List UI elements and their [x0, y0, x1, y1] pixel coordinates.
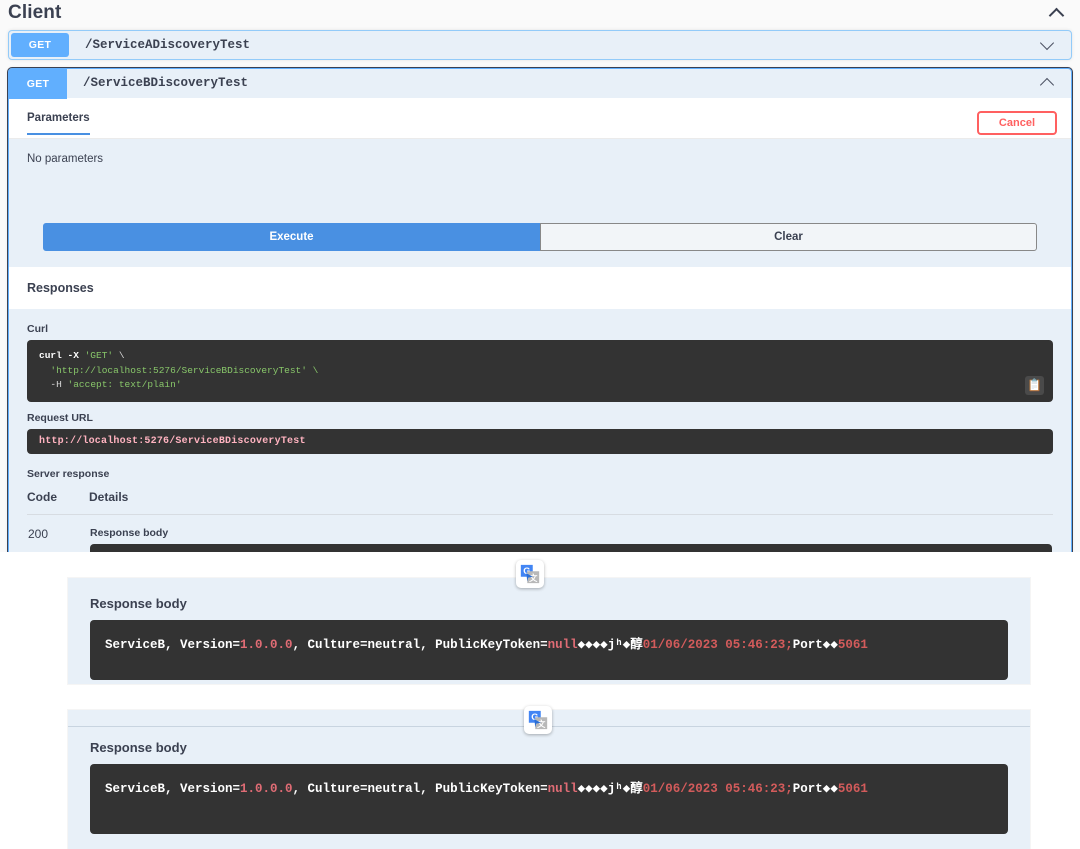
operation-service-a[interactable]: GET /ServiceADiscoveryTest — [8, 30, 1072, 60]
curl-url-line: 'http://localhost:5276/ServiceBDiscovery… — [39, 364, 319, 376]
rb-version: 1.0.0.0 — [240, 638, 293, 652]
svg-text:文: 文 — [537, 719, 546, 729]
page-title: Client — [8, 2, 62, 23]
operation-collapse-toggle[interactable] — [1039, 69, 1071, 97]
http-method-badge: GET — [11, 33, 69, 57]
cancel-button[interactable]: Cancel — [976, 111, 1057, 135]
clear-button[interactable]: Clear — [540, 223, 1037, 251]
rb-mid: , Culture=neutral, PublicKeyToken= — [292, 638, 548, 652]
rb-port-word: Port — [792, 638, 823, 652]
rb-mid: , Culture=neutral, PublicKeyToken= — [292, 782, 548, 796]
rb-garbled: ◆◆◆◆jʰ◆醇 — [577, 782, 643, 796]
rb-prefix: ServiceB, Version= — [105, 638, 241, 652]
operation-body: Parameters Cancel No parameters Execute … — [9, 97, 1071, 552]
rb-port-number: 5061 — [837, 782, 868, 796]
google-translate-icon[interactable]: G 文 — [516, 560, 544, 588]
curl-method: 'GET' — [84, 350, 114, 361]
execute-button[interactable]: Execute — [43, 223, 540, 251]
rb-version: 1.0.0.0 — [240, 782, 293, 796]
operation-expand-toggle[interactable] — [1039, 31, 1071, 59]
chevron-up-icon[interactable] — [1039, 74, 1057, 92]
rb-date: 01/06/2023 — [642, 782, 718, 796]
rb-time: 05:46:23; — [717, 638, 793, 652]
no-parameters-text: No parameters — [27, 153, 104, 165]
section-collapse-chevron-up-icon[interactable] — [1048, 4, 1066, 22]
response-body-code-block: ServiceB, Version=1.0.0.0, Culture=neutr… — [90, 544, 1052, 552]
curl-label: Curl — [27, 323, 48, 335]
response-details-cell: Response body ServiceB, Version=1.0.0.0,… — [89, 515, 1053, 552]
table-header-row: Code Details — [27, 490, 1053, 516]
request-url-label: Request URL — [27, 412, 93, 425]
google-translate-glyph: G 文 — [528, 710, 548, 730]
operation-summary-service-a[interactable]: GET /ServiceADiscoveryTest — [9, 31, 1071, 59]
rb-time: 05:46:23; — [717, 782, 793, 796]
column-header-details: Details — [89, 490, 1053, 516]
curl-line-continuation: \ — [113, 350, 125, 361]
operation-path: /ServiceADiscoveryTest — [85, 38, 251, 52]
response-body-code-block: ServiceB, Version=1.0.0.0, Culture=neutr… — [90, 764, 1008, 834]
google-translate-glyph: G 文 — [520, 564, 540, 584]
parameters-area: No parameters — [9, 139, 1071, 201]
curl-code-block: curl -X 'GET' \ 'http://localhost:5276/S… — [27, 340, 1053, 403]
copy-curl-button[interactable]: 📋 — [1025, 376, 1044, 396]
operation-path: /ServiceBDiscoveryTest — [83, 76, 249, 90]
rb-port-word: Port — [792, 782, 823, 796]
rb-null: null — [547, 782, 578, 796]
response-status-code: 200 — [28, 527, 49, 542]
rb-prefix: ServiceB, Version= — [105, 782, 241, 796]
http-method-badge: GET — [9, 69, 67, 99]
response-body-label: Response body — [90, 740, 187, 755]
rb-garbled: ◆◆◆◆jʰ◆醇 — [577, 638, 643, 652]
google-translate-icon[interactable]: G 文 — [524, 706, 552, 734]
operation-service-b[interactable]: GET /ServiceBDiscoveryTest Parameters Ca… — [7, 66, 1073, 552]
tab-parameters[interactable]: Parameters — [27, 112, 90, 135]
section-header: Client — [0, 0, 1080, 30]
rb-null: null — [547, 638, 578, 652]
response-body-label: Response body — [90, 527, 169, 540]
rb-port-garbled: ◆◆ — [822, 638, 838, 652]
responses-body: Curl curl -X 'GET' \ 'http://localhost:5… — [9, 309, 1071, 552]
server-response-table: Code Details 200 Response body ServiceB,… — [27, 490, 1053, 552]
execute-clear-row: Execute Clear — [9, 201, 1071, 267]
operation-summary-service-b[interactable]: GET /ServiceBDiscoveryTest — [9, 69, 1071, 99]
zoom-panel-1: Response body ServiceB, Version=1.0.0.0,… — [68, 578, 1030, 684]
curl-header-value: 'accept: text/plain' — [67, 379, 182, 391]
rb-date: 01/06/2023 — [642, 638, 718, 652]
zoom-panel-1-inner: Response body ServiceB, Version=1.0.0.0,… — [68, 578, 1030, 680]
clipboard-icon: 📋 — [1027, 378, 1042, 393]
chevron-down-icon[interactable] — [1039, 36, 1057, 54]
request-url-value: http://localhost:5276/ServiceBDiscoveryT… — [27, 429, 1053, 455]
curl-cmd: curl -X — [39, 350, 85, 361]
response-body-label: Response body — [90, 596, 187, 611]
svg-text:文: 文 — [529, 573, 538, 583]
response-body-code-block: ServiceB, Version=1.0.0.0, Culture=neutr… — [90, 620, 1008, 680]
table-row: 200 Response body ServiceB, Version=1.0.… — [27, 515, 1053, 552]
rb-port-number: 5061 — [837, 638, 868, 652]
parameters-tab-bar: Parameters Cancel — [9, 98, 1071, 139]
server-response-label: Server response — [27, 468, 110, 481]
response-code-cell: 200 — [27, 515, 89, 552]
curl-header-flag: -H — [39, 379, 68, 391]
responses-heading: Responses — [9, 267, 1071, 309]
column-header-code: Code — [27, 490, 89, 516]
rb-port-garbled: ◆◆ — [822, 782, 838, 796]
swagger-client-section: Client GET /ServiceADiscoveryTest GET /S… — [0, 0, 1080, 552]
